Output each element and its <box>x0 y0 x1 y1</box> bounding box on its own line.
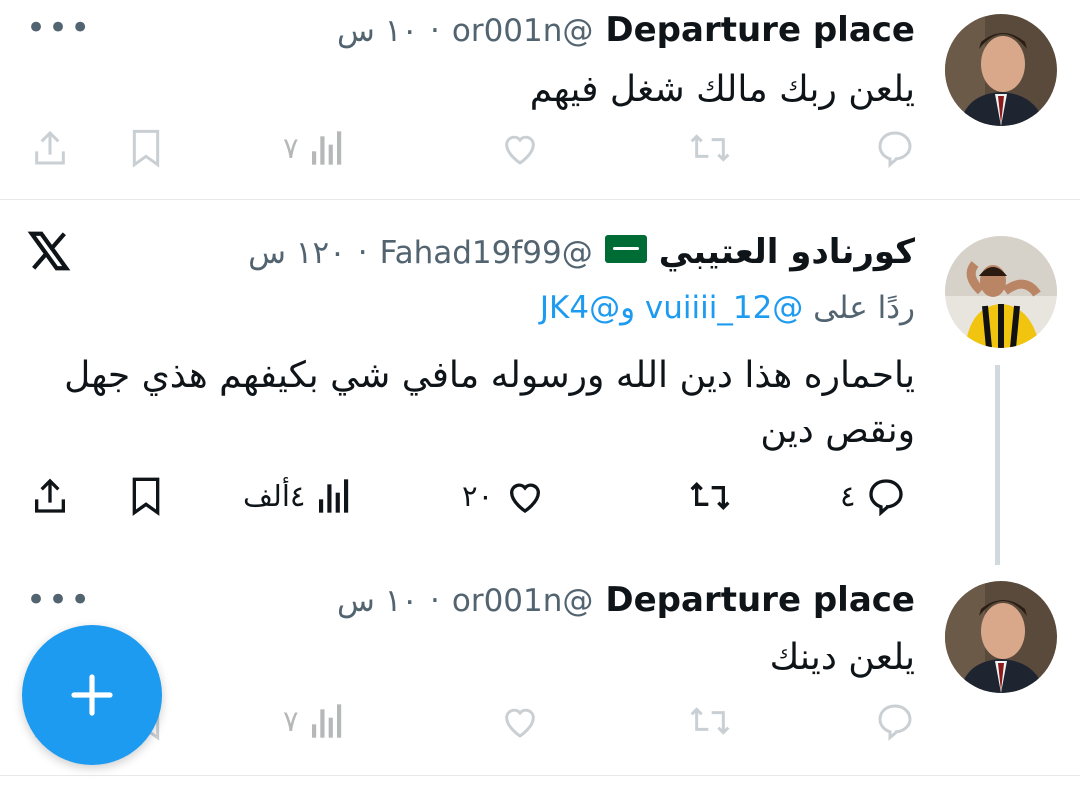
separator-dot: · <box>430 13 440 49</box>
reply-prefix: ردًا على <box>813 290 915 326</box>
tweet-header: كورنادو العتيبي @Fahad19f99 · ١٢٠ س <box>248 232 915 272</box>
avatar[interactable] <box>945 14 1057 126</box>
share-icon <box>35 130 65 165</box>
user-handle[interactable]: @Fahad19f99 <box>380 235 593 271</box>
like-icon <box>510 483 541 513</box>
timestamp[interactable]: ١٠ س <box>337 13 418 49</box>
views-count: ٤ألف <box>243 479 306 513</box>
share-button[interactable] <box>30 128 70 168</box>
retweet-button[interactable] <box>688 128 732 168</box>
more-icon[interactable]: ••• <box>26 580 92 620</box>
divider <box>0 775 1080 776</box>
like-icon <box>505 135 535 165</box>
like-button[interactable] <box>498 128 542 168</box>
timestamp[interactable]: ١٠ س <box>337 583 418 619</box>
like-count: ٢٠ <box>462 479 494 513</box>
tweet-text: يلعن دينك <box>769 637 915 678</box>
like-button[interactable]: ٢٠ <box>462 476 547 516</box>
x-logo-icon[interactable] <box>26 228 72 278</box>
views-button[interactable]: ٧ <box>283 701 345 741</box>
timestamp[interactable]: ١٢٠ س <box>248 235 346 271</box>
tweet-1[interactable]: Departure place @or001n · ١٠ س ••• يلعن … <box>0 0 1080 200</box>
tweet-header: Departure place @or001n · ١٠ س <box>337 580 915 620</box>
tweet-text-line-1: ياحماره هذا دين الله ورسوله مافي شي بكيف… <box>64 355 915 396</box>
action-bar: ٧ <box>0 693 1080 753</box>
reply-button[interactable] <box>875 701 915 741</box>
views-button[interactable]: ٧ <box>283 128 345 168</box>
retweet-button[interactable] <box>688 701 732 741</box>
retweet-icon <box>690 707 730 735</box>
tweet-2[interactable]: كورنادو العتيبي @Fahad19f99 · ١٢٠ س ردًا… <box>0 200 1080 575</box>
retweet-icon <box>690 134 730 162</box>
tweet-text-line-2: ونقص دين <box>760 410 915 451</box>
tweet-text: يلعن ربك مالك شغل فيهم <box>529 69 915 110</box>
tweet-text: ياحماره هذا دين الله ورسوله مافي شي بكيف… <box>64 348 915 458</box>
user-handle[interactable]: @or001n <box>452 583 594 619</box>
tweet-3[interactable]: Departure place @or001n · ١٠ س ••• يلعن … <box>0 575 1080 780</box>
like-icon <box>505 708 535 738</box>
avatar-image <box>945 14 1057 126</box>
reply-icon <box>868 479 903 516</box>
display-name[interactable]: Departure place <box>605 10 915 50</box>
bookmark-button[interactable] <box>128 128 164 168</box>
thread-connector <box>995 365 1000 565</box>
bookmark-icon <box>132 129 160 168</box>
replying-to: ردًا على @vuiiii_12 و@JK4 <box>540 290 915 326</box>
separator-dot: · <box>357 235 368 271</box>
retweet-icon <box>690 481 730 511</box>
avatar[interactable] <box>945 236 1057 348</box>
saudi-flag-icon <box>604 235 647 263</box>
bookmark-icon <box>132 477 160 516</box>
bookmark-button[interactable] <box>128 476 164 516</box>
share-button[interactable] <box>30 476 70 516</box>
reply-button[interactable]: ٤ <box>840 476 906 516</box>
compose-button[interactable] <box>22 625 162 765</box>
display-name[interactable]: كورنادو العتيبي <box>659 232 915 272</box>
compose-plus-icon <box>71 674 113 716</box>
action-bar: ٧ <box>0 120 1080 180</box>
display-name[interactable]: Departure place <box>605 580 915 620</box>
user-handle[interactable]: @or001n <box>452 13 594 49</box>
avatar-image <box>945 581 1057 693</box>
reply-icon <box>878 131 912 168</box>
views-icon <box>318 479 348 513</box>
tweet-header: Departure place @or001n · ١٠ س <box>337 10 915 50</box>
views-icon <box>311 131 341 165</box>
like-button[interactable] <box>498 701 542 741</box>
reply-icon <box>878 704 912 741</box>
separator-dot: · <box>430 583 440 619</box>
retweet-button[interactable] <box>688 476 732 516</box>
reply-mentions[interactable]: @vuiiii_12 و@JK4 <box>540 290 803 326</box>
reply-count: ٤ <box>840 479 856 513</box>
reply-button[interactable] <box>875 128 915 168</box>
avatar[interactable] <box>945 581 1057 693</box>
more-icon[interactable]: ••• <box>26 8 92 48</box>
views-count: ٧ <box>283 131 299 165</box>
share-icon <box>35 478 65 513</box>
action-bar: ٤ ٢٠ ٤ألف <box>0 468 1080 528</box>
views-icon <box>311 704 341 738</box>
avatar-image <box>945 236 1057 348</box>
views-button[interactable]: ٤ألف <box>243 476 352 516</box>
views-count: ٧ <box>283 704 299 738</box>
